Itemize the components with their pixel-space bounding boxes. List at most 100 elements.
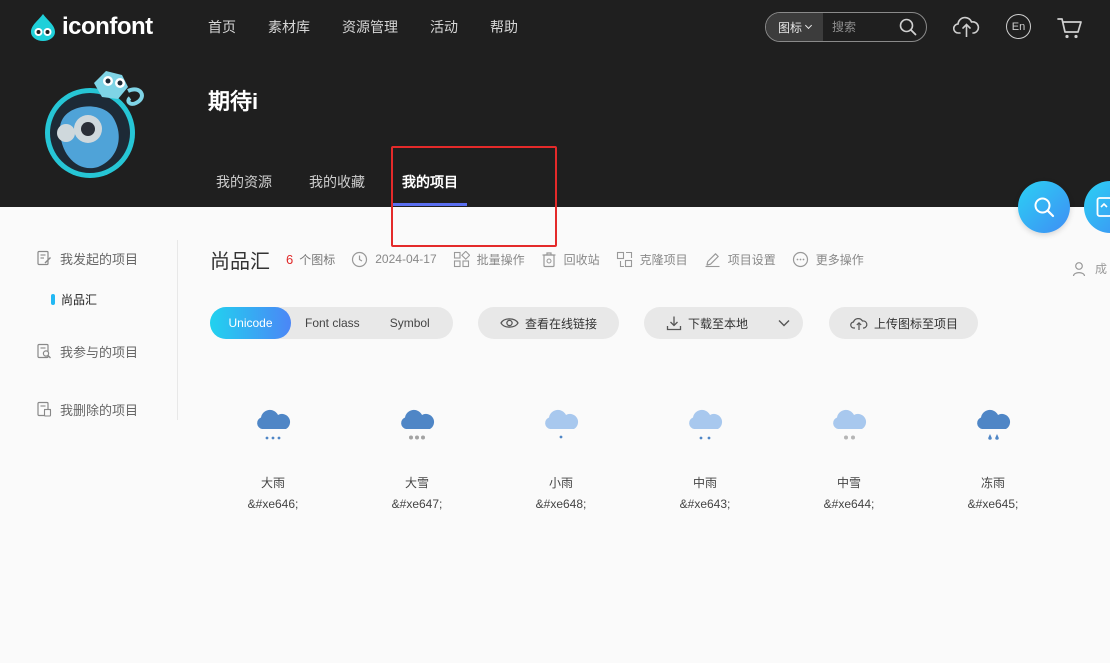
clock-icon xyxy=(352,251,368,267)
upload-cloud-icon xyxy=(850,317,868,330)
clone-project-button[interactable]: 克隆项目 xyxy=(616,251,688,268)
recycle-bin-button[interactable]: 回收站 xyxy=(541,251,600,268)
moderate-rain-icon xyxy=(689,409,723,440)
user-icon xyxy=(1072,261,1086,276)
sidebar-item-label: 我参与的项目 xyxy=(60,344,139,360)
project-date: 2024-04-17 xyxy=(351,251,437,268)
avatar[interactable] xyxy=(44,63,144,183)
more-actions-button[interactable]: 更多操作 xyxy=(792,251,864,268)
member-management[interactable]: 成 xyxy=(1072,260,1107,277)
icon-card[interactable]: 小雨 &#xe648; xyxy=(511,405,611,511)
eye-icon xyxy=(500,318,519,328)
sidebar-item-initiated[interactable]: 我发起的项目 xyxy=(36,248,177,268)
icon-name: 大雨 xyxy=(260,476,285,490)
icon-code: &#xe644; xyxy=(823,497,875,511)
pencil-icon xyxy=(705,252,720,267)
view-online-link-label: 查看在线链接 xyxy=(525,316,598,331)
download-icon xyxy=(666,316,682,331)
icon-code: &#xe647; xyxy=(391,497,443,511)
download-label: 下载至本地 xyxy=(688,316,749,331)
floating-search-button[interactable] xyxy=(1018,181,1070,233)
icon-name: 冻雨 xyxy=(980,476,1005,490)
icon-code: &#xe645; xyxy=(967,497,1019,511)
annotation-highlight-box xyxy=(391,146,557,247)
light-rain-icon xyxy=(545,409,579,439)
icon-name: 小雨 xyxy=(548,476,573,490)
search-type-label: 图标 xyxy=(778,20,803,35)
nav-events[interactable]: 活动 xyxy=(430,17,458,37)
project-title: 尚品汇 xyxy=(210,250,270,273)
tab-my-resources[interactable]: 我的资源 xyxy=(216,172,272,207)
project-header: 尚品汇 6 个图标 2024-04-17 批量操作 回收站 克隆项目 项目设置 … xyxy=(210,245,880,273)
delete-document-icon xyxy=(37,401,52,417)
cart-icon[interactable] xyxy=(1057,16,1083,40)
search-input[interactable] xyxy=(832,20,902,34)
trash-icon xyxy=(542,251,556,267)
tab-symbol[interactable]: Symbol xyxy=(390,316,430,330)
tab-font-class[interactable]: Font class xyxy=(305,316,360,330)
icon-count: 6 xyxy=(286,251,294,267)
sidebar-item-label: 我发起的项目 xyxy=(60,251,139,267)
active-indicator xyxy=(51,293,55,305)
icon-card[interactable]: 大雪 &#xe647; xyxy=(367,405,467,511)
iconfont-logo-icon xyxy=(31,14,55,41)
download-button[interactable]: 下载至本地 xyxy=(644,307,803,339)
project-sidebar: 我发起的项目 尚品汇 我参与的项目 我删除的项目 xyxy=(36,240,178,420)
project-settings-label: 项目设置 xyxy=(727,252,776,267)
icon-code: &#xe648; xyxy=(535,497,587,511)
heavy-snow-icon xyxy=(401,409,435,440)
brand-name: iconfont xyxy=(62,13,153,40)
project-settings-button[interactable]: 项目设置 xyxy=(704,251,776,268)
icon-name: 中雪 xyxy=(836,476,861,490)
icon-code: &#xe646; xyxy=(247,497,299,511)
main-nav: 首页 素材库 资源管理 活动 帮助 xyxy=(208,17,550,37)
clone-project-label: 克隆项目 xyxy=(639,252,688,267)
view-online-link-button[interactable]: 查看在线链接 xyxy=(478,307,619,339)
chevron-down-icon xyxy=(804,21,813,30)
icon-card[interactable]: 大雨 &#xe646; xyxy=(223,405,323,511)
search-box: 图标 xyxy=(765,12,927,42)
sidebar-item-deleted[interactable]: 我删除的项目 xyxy=(36,399,177,419)
upload-icons-button[interactable]: 上传图标至项目 xyxy=(829,307,978,339)
nav-library[interactable]: 素材库 xyxy=(268,17,310,37)
project-date-text: 2024-04-17 xyxy=(375,252,437,266)
search-type-select[interactable]: 图标 xyxy=(766,13,823,41)
sidebar-project-item[interactable]: 尚品汇 xyxy=(51,290,177,308)
icon-card[interactable]: 中雪 &#xe644; xyxy=(799,405,899,511)
icon-count-label: 个图标 xyxy=(299,252,336,267)
sidebar-item-label: 我删除的项目 xyxy=(60,402,139,418)
icon-card[interactable]: 冻雨 &#xe645; xyxy=(943,405,1043,511)
batch-grid-icon xyxy=(453,250,470,267)
freezing-rain-icon xyxy=(977,409,1011,440)
search-document-icon xyxy=(37,343,51,359)
nav-help[interactable]: 帮助 xyxy=(490,17,518,37)
recycle-bin-label: 回收站 xyxy=(563,252,600,267)
icon-card[interactable]: 中雨 &#xe643; xyxy=(655,405,755,511)
brand-logo[interactable]: iconfont xyxy=(28,12,153,42)
member-label: 成 xyxy=(1095,262,1108,276)
heavy-rain-icon xyxy=(257,409,291,440)
sidebar-item-participated[interactable]: 我参与的项目 xyxy=(36,341,177,361)
search-icon[interactable] xyxy=(899,18,917,36)
search-icon xyxy=(1034,197,1055,218)
sidebar-project-label: 尚品汇 xyxy=(61,292,98,307)
tab-my-favorites[interactable]: 我的收藏 xyxy=(309,172,365,207)
batch-operation-label: 批量操作 xyxy=(476,252,525,267)
upload-file-icon xyxy=(1096,197,1110,217)
moderate-snow-icon xyxy=(833,409,867,440)
more-dots-icon xyxy=(792,251,808,267)
batch-operation-button[interactable]: 批量操作 xyxy=(453,250,525,268)
language-label: En xyxy=(1011,20,1026,33)
edit-document-icon xyxy=(37,250,51,266)
more-actions-label: 更多操作 xyxy=(815,252,864,267)
chevron-down-icon[interactable] xyxy=(778,319,790,327)
icon-code: &#xe643; xyxy=(679,497,731,511)
upload-cloud-icon[interactable] xyxy=(953,14,980,40)
tab-unicode[interactable]: Unicode xyxy=(210,307,291,339)
icon-name: 中雨 xyxy=(692,476,717,490)
language-switch-icon[interactable]: En xyxy=(1006,14,1031,39)
code-type-switch: Unicode Font class Symbol xyxy=(210,307,453,339)
nav-home[interactable]: 首页 xyxy=(208,17,236,37)
icon-name: 大雪 xyxy=(404,476,429,490)
nav-resource-management[interactable]: 资源管理 xyxy=(342,17,398,37)
